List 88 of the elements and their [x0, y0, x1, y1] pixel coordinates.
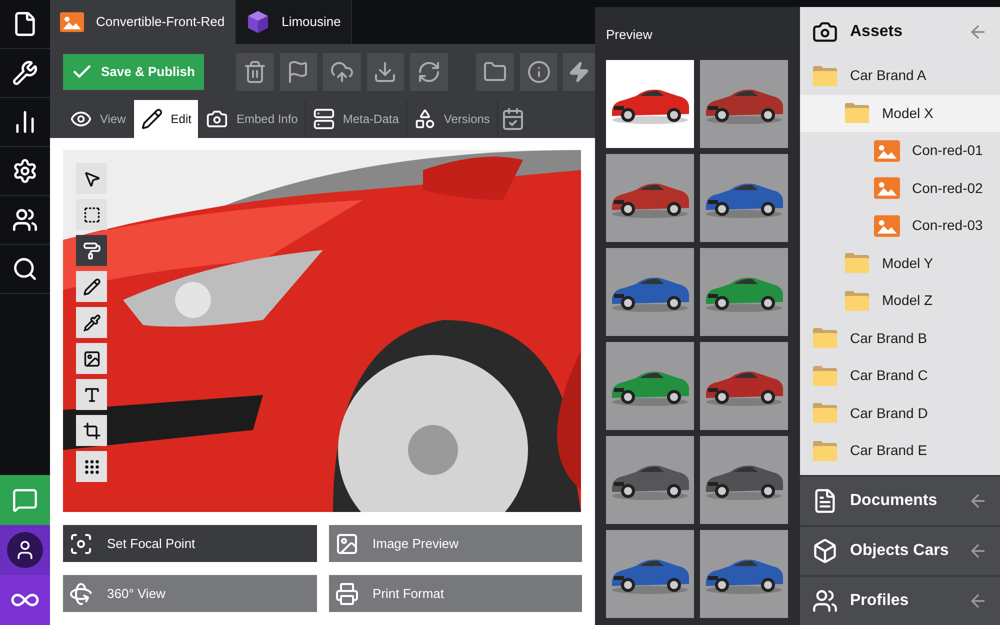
tree-item[interactable]: Car Brand A — [800, 57, 1000, 94]
info-icon — [526, 60, 551, 84]
section-header[interactable]: Profiles — [800, 577, 1000, 625]
section-header[interactable]: Assets — [800, 7, 1000, 57]
image-icon — [82, 350, 100, 368]
folder-icon — [812, 64, 838, 87]
crop-icon — [82, 422, 100, 440]
eyedropper-tool[interactable] — [76, 307, 107, 338]
users-icon — [812, 588, 838, 614]
lightning-icon — [568, 61, 590, 83]
folder-icon — [844, 290, 870, 312]
profile-button[interactable] — [0, 525, 50, 575]
rotate-icon — [69, 582, 93, 606]
action-button[interactable]: 360° View — [63, 575, 316, 612]
file-icon — [12, 11, 38, 37]
folder-icon — [812, 440, 838, 462]
tree-item[interactable]: Car Brand B — [800, 320, 1000, 357]
users-icon — [12, 207, 38, 233]
info-button[interactable] — [520, 53, 558, 91]
text-icon — [82, 386, 100, 404]
eyedropper-icon — [82, 314, 100, 332]
tree-item[interactable]: Car Brand D — [800, 394, 1000, 432]
focus-icon — [69, 532, 93, 556]
halftone-tool[interactable] — [76, 451, 107, 482]
tree-item[interactable]: Con-red-02 — [800, 170, 1000, 207]
image-icon — [60, 12, 84, 32]
folder-button[interactable] — [476, 53, 514, 91]
folder-icon — [812, 364, 838, 387]
folder-icon — [812, 402, 838, 424]
image-tool[interactable] — [76, 343, 107, 374]
download-button[interactable] — [366, 53, 404, 91]
cube-icon — [246, 10, 270, 34]
section-header[interactable]: Documents — [800, 477, 1000, 525]
camera-icon — [206, 108, 228, 130]
upload-icon — [330, 60, 354, 84]
image-icon — [874, 177, 900, 200]
action-button[interactable]: Set Focal Point — [63, 525, 316, 562]
refresh-icon — [416, 60, 441, 84]
tree-item[interactable]: Car Brand C — [800, 357, 1000, 394]
tree-item[interactable]: Model Y — [800, 244, 1000, 282]
refresh-button[interactable] — [410, 53, 448, 91]
crop-tool[interactable] — [76, 415, 107, 446]
flash-button[interactable] — [563, 53, 595, 91]
tree-item[interactable]: Model Z — [800, 282, 1000, 320]
paint-roller-icon — [82, 242, 100, 260]
search-icon — [12, 256, 38, 282]
download-icon — [373, 60, 398, 84]
preview-title: Preview — [606, 26, 654, 44]
view-tab[interactable]: Edit — [134, 100, 200, 138]
select-tool[interactable] — [76, 199, 107, 230]
wrench-icon — [12, 60, 38, 86]
folder-icon — [812, 327, 838, 350]
folder-icon — [844, 102, 870, 124]
select-icon — [82, 206, 100, 224]
drawer-icon — [312, 108, 335, 130]
trash-icon — [242, 60, 267, 84]
upload-button[interactable] — [323, 53, 361, 91]
document-tab[interactable]: Limousine — [236, 0, 352, 44]
section-header[interactable]: Objects Cars — [800, 527, 1000, 575]
trash-button[interactable] — [236, 53, 274, 91]
pencil-icon — [140, 108, 163, 130]
shapes-icon — [414, 108, 436, 130]
image-icon — [334, 532, 358, 556]
tree-item[interactable]: Con-red-01 — [800, 132, 1000, 170]
image-icon — [874, 214, 900, 237]
flag-button[interactable] — [280, 53, 318, 91]
document-tab[interactable]: Convertible-Front-Red — [50, 0, 236, 44]
chat-icon — [12, 487, 38, 513]
printer-icon — [334, 582, 358, 606]
pencil-icon — [82, 278, 100, 296]
infinity-button[interactable] — [0, 575, 50, 625]
folder-icon — [483, 60, 508, 84]
pointer-icon — [82, 170, 100, 188]
pencil-tool[interactable] — [76, 271, 107, 302]
action-button[interactable]: Print Format — [328, 575, 582, 612]
folder-icon — [844, 252, 870, 274]
settings-icon — [12, 158, 38, 184]
pointer-tool[interactable] — [76, 163, 107, 194]
tree-item[interactable]: Con-red-03 — [800, 207, 1000, 244]
halftone-icon — [82, 458, 100, 476]
action-button[interactable]: Image Preview — [328, 525, 582, 562]
tree-item[interactable]: Car Brand E — [800, 432, 1000, 470]
image-icon — [874, 140, 900, 162]
calendar-icon — [500, 107, 525, 131]
tree-item[interactable]: Model X — [800, 94, 1000, 132]
text-tool[interactable] — [76, 379, 107, 410]
cube-icon — [812, 538, 838, 564]
paint-roller-tool[interactable] — [76, 235, 107, 266]
